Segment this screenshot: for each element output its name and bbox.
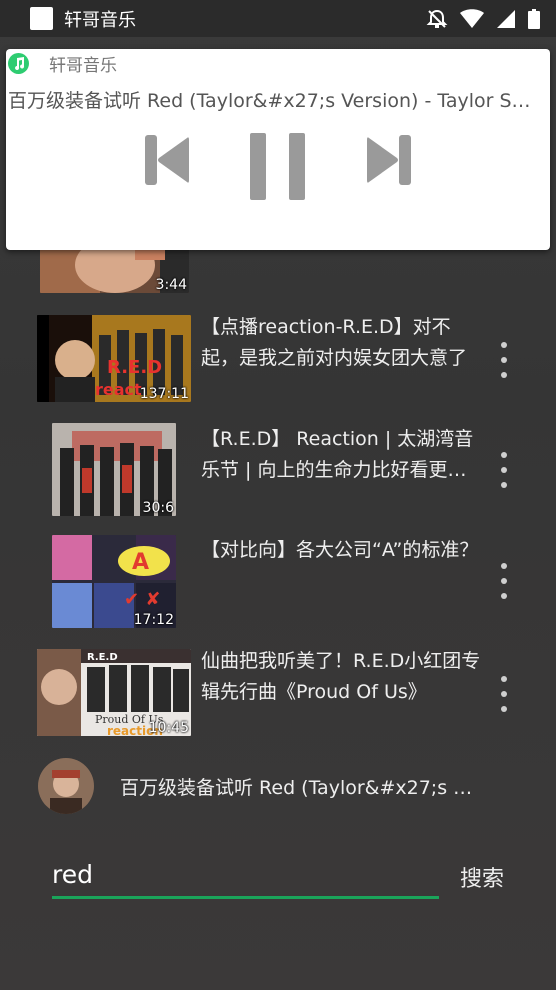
now-playing-title[interactable]: 百万级装备试听 Red (Taylor&#x27;s Version) - Ta… [120,773,480,800]
video-duration: 10:45 [148,720,189,736]
video-duration: 3:44 [155,277,187,293]
video-thumbnail[interactable]: R.E.D Proud Of Us reaction 10:45 [37,649,191,736]
svg-text:react: react [95,380,142,399]
search-button[interactable]: 搜索 [460,861,504,893]
list-item[interactable]: 30:6 【R.E.D】 Reaction | 太湖湾音乐节 | 向上的生命力比… [0,423,556,536]
svg-text:✔ ✘: ✔ ✘ [124,589,160,610]
video-title[interactable]: 仙曲把我听美了！R.E.D小红团专辑先行曲《Proud Of Us》 [201,646,483,708]
music-note-icon [8,53,29,74]
video-duration: 17:12 [133,612,174,628]
more-options-icon[interactable] [496,452,512,488]
list-item[interactable]: A ✔ ✘ 17:12 【对比向】各大公司“A”的标准？ [0,535,556,647]
search-input[interactable] [52,853,439,895]
pause-icon[interactable] [250,133,306,200]
app-icon [30,7,53,30]
mute-icon [426,9,448,28]
video-duration: 30:6 [142,500,174,516]
notification-header: 轩哥音乐 [8,51,117,76]
svg-text:A: A [132,550,149,575]
video-duration: 137:11 [139,386,189,402]
video-thumbnail[interactable]: R.E.D react 137:11 [37,315,191,402]
avatar[interactable] [38,758,94,814]
next-icon[interactable] [367,134,411,186]
wifi-icon [460,8,484,28]
video-title[interactable]: 【R.E.D】 Reaction | 太湖湾音乐节 | 向上的生命力比好看更重要 [201,424,483,486]
more-options-icon[interactable] [496,676,512,712]
video-title[interactable]: 【对比向】各大公司“A”的标准？ [201,535,483,566]
video-title[interactable]: 【点播reaction-R.E.D】对不起，是我之前对内娱女团大意了 [201,312,483,374]
video-thumbnail[interactable]: A ✔ ✘ 17:12 [52,535,176,628]
more-options-icon[interactable] [496,342,512,378]
notification-track-title: 百万级装备试听 Red (Taylor&#x27;s Version) - Ta… [8,90,546,112]
status-icons [426,8,540,30]
status-app-name: 轩哥音乐 [64,9,136,31]
status-bar: 轩哥音乐 [0,0,556,37]
svg-text:R.E.D: R.E.D [87,652,118,663]
signal-icon [497,9,515,28]
list-item[interactable]: R.E.D react 137:11 【点播reaction-R.E.D】对不起… [0,312,556,424]
media-notification[interactable]: 轩哥音乐 百万级装备试听 Red (Taylor&#x27;s Version)… [6,49,550,250]
search-field[interactable] [52,853,439,899]
previous-icon[interactable] [145,134,189,186]
video-thumbnail[interactable]: 30:6 [52,423,176,516]
svg-text:R.E.D: R.E.D [107,357,162,378]
now-playing-bar[interactable]: 百万级装备试听 Red (Taylor&#x27;s Version) - Ta… [30,750,530,822]
notification-app-name: 轩哥音乐 [49,56,117,76]
battery-icon [528,8,540,29]
more-options-icon[interactable] [496,563,512,599]
list-item[interactable]: R.E.D Proud Of Us reaction 10:45 仙曲把我听美了… [0,646,556,758]
